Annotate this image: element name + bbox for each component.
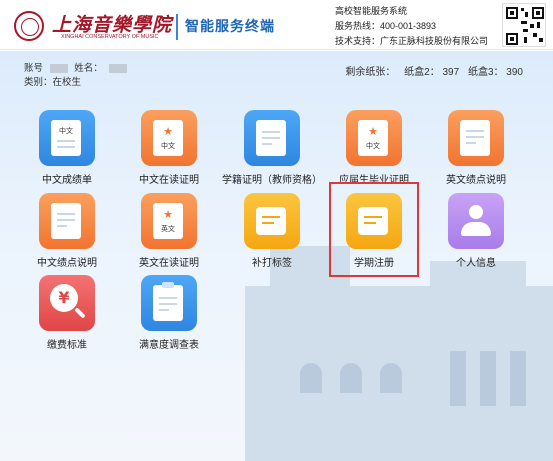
tile-personal-info[interactable]: 个人信息: [426, 187, 526, 277]
masked-account: [49, 63, 68, 73]
tile-label: 英文绩点说明: [446, 175, 506, 186]
header: 上海音樂學院 XINGHAI CONSERVATORY OF MUSIC 智能服…: [0, 0, 553, 50]
tile-label: 补打标签: [252, 258, 292, 269]
qr-code-icon: [502, 3, 546, 47]
document-icon: 中文: [39, 110, 95, 166]
main-panel: 账号 姓名： 类别：在校生 剩余纸张： 纸盒2： 397 纸盒3： 390 中文…: [0, 51, 553, 461]
building-window: [380, 363, 402, 393]
category: 类别：在校生: [24, 77, 82, 88]
icon-text: 中文: [366, 143, 380, 150]
school-name: 上海音樂學院: [52, 14, 173, 36]
certificate-icon: ★ 中文: [346, 110, 402, 166]
tile-graduation-certificate[interactable]: ★ 中文 应届生毕业证明: [324, 104, 424, 194]
tile-reprint-label[interactable]: 补打标签: [222, 187, 322, 277]
tile-label: 学籍证明（教师资格）: [222, 175, 322, 186]
user-info: 账号 姓名： 类别：在校生: [24, 62, 131, 90]
tile-english-enrollment[interactable]: ★ 英文 英文在读证明: [119, 187, 219, 277]
person-icon: [448, 193, 504, 249]
tile-chinese-transcript[interactable]: 中文 中文成绩单: [17, 104, 117, 194]
star-icon: ★: [368, 125, 378, 138]
hotline: 服务热线：400-001-3893: [335, 21, 437, 31]
yuan-search-icon: ¥: [39, 275, 95, 331]
terminal-title: 智能服务终端: [185, 19, 275, 35]
certificate-icon: ★ 中文: [141, 110, 197, 166]
tile-label: 缴费标准: [47, 340, 87, 351]
school-seal-icon: [14, 11, 44, 41]
clipboard-icon: [141, 275, 197, 331]
building-window: [340, 363, 362, 393]
tile-chinese-enrollment[interactable]: ★ 中文 中文在读证明: [119, 104, 219, 194]
account-label: 账号: [24, 63, 44, 74]
remaining-label: 剩余纸张：: [345, 67, 396, 78]
support: 技术支持：广东正脉科技股份有限公司: [335, 36, 489, 46]
tile-label: 中文绩点说明: [37, 258, 97, 269]
star-icon: ★: [163, 208, 173, 221]
name-label: 姓名：: [74, 63, 103, 74]
school-name-english: XINGHAI CONSERVATORY OF MUSIC: [61, 34, 159, 40]
certificate-document-icon: [244, 110, 300, 166]
masked-name: [109, 63, 128, 73]
certificate-icon: ★ 英文: [141, 193, 197, 249]
tile-english-gpa[interactable]: 英文绩点说明: [426, 104, 526, 194]
document-icon: [39, 193, 95, 249]
tile-label: 中文在读证明: [139, 175, 199, 186]
tile-label: 英文在读证明: [139, 258, 199, 269]
icon-text: 中文: [59, 128, 73, 135]
building-window: [510, 351, 526, 406]
document-icon: [448, 110, 504, 166]
selection-highlight: [329, 182, 419, 277]
star-icon: ★: [163, 125, 173, 138]
header-divider: [176, 14, 178, 40]
paper-status: 剩余纸张： 纸盒2： 397 纸盒3： 390: [339, 63, 523, 78]
tile-label: 中文成绩单: [42, 175, 92, 186]
tile-fee-standard[interactable]: ¥ 缴费标准: [17, 269, 117, 359]
building-window: [480, 351, 496, 406]
box3-count: 纸盒3： 390: [467, 67, 523, 78]
box2-count: 纸盒2： 397: [404, 67, 460, 78]
building-window: [450, 351, 466, 406]
tile-chinese-gpa[interactable]: 中文绩点说明: [17, 187, 117, 277]
tag-icon: [244, 193, 300, 249]
icon-text: 英文: [161, 226, 175, 233]
tile-label: 个人信息: [456, 258, 496, 269]
tile-status-certificate[interactable]: 学籍证明（教师资格）: [222, 104, 322, 194]
tile-label: 满意度调查表: [139, 340, 199, 351]
building-window: [300, 363, 322, 393]
icon-text: 中文: [161, 143, 175, 150]
system-name: 高校智能服务系统: [335, 6, 408, 16]
tile-satisfaction-survey[interactable]: 满意度调查表: [119, 269, 219, 359]
